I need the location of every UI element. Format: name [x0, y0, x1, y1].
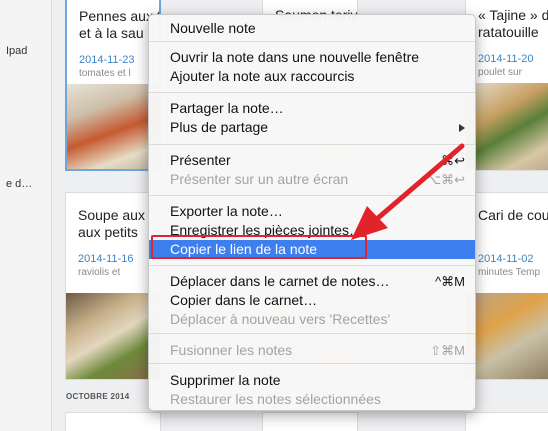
red-arrow-icon	[351, 143, 465, 240]
